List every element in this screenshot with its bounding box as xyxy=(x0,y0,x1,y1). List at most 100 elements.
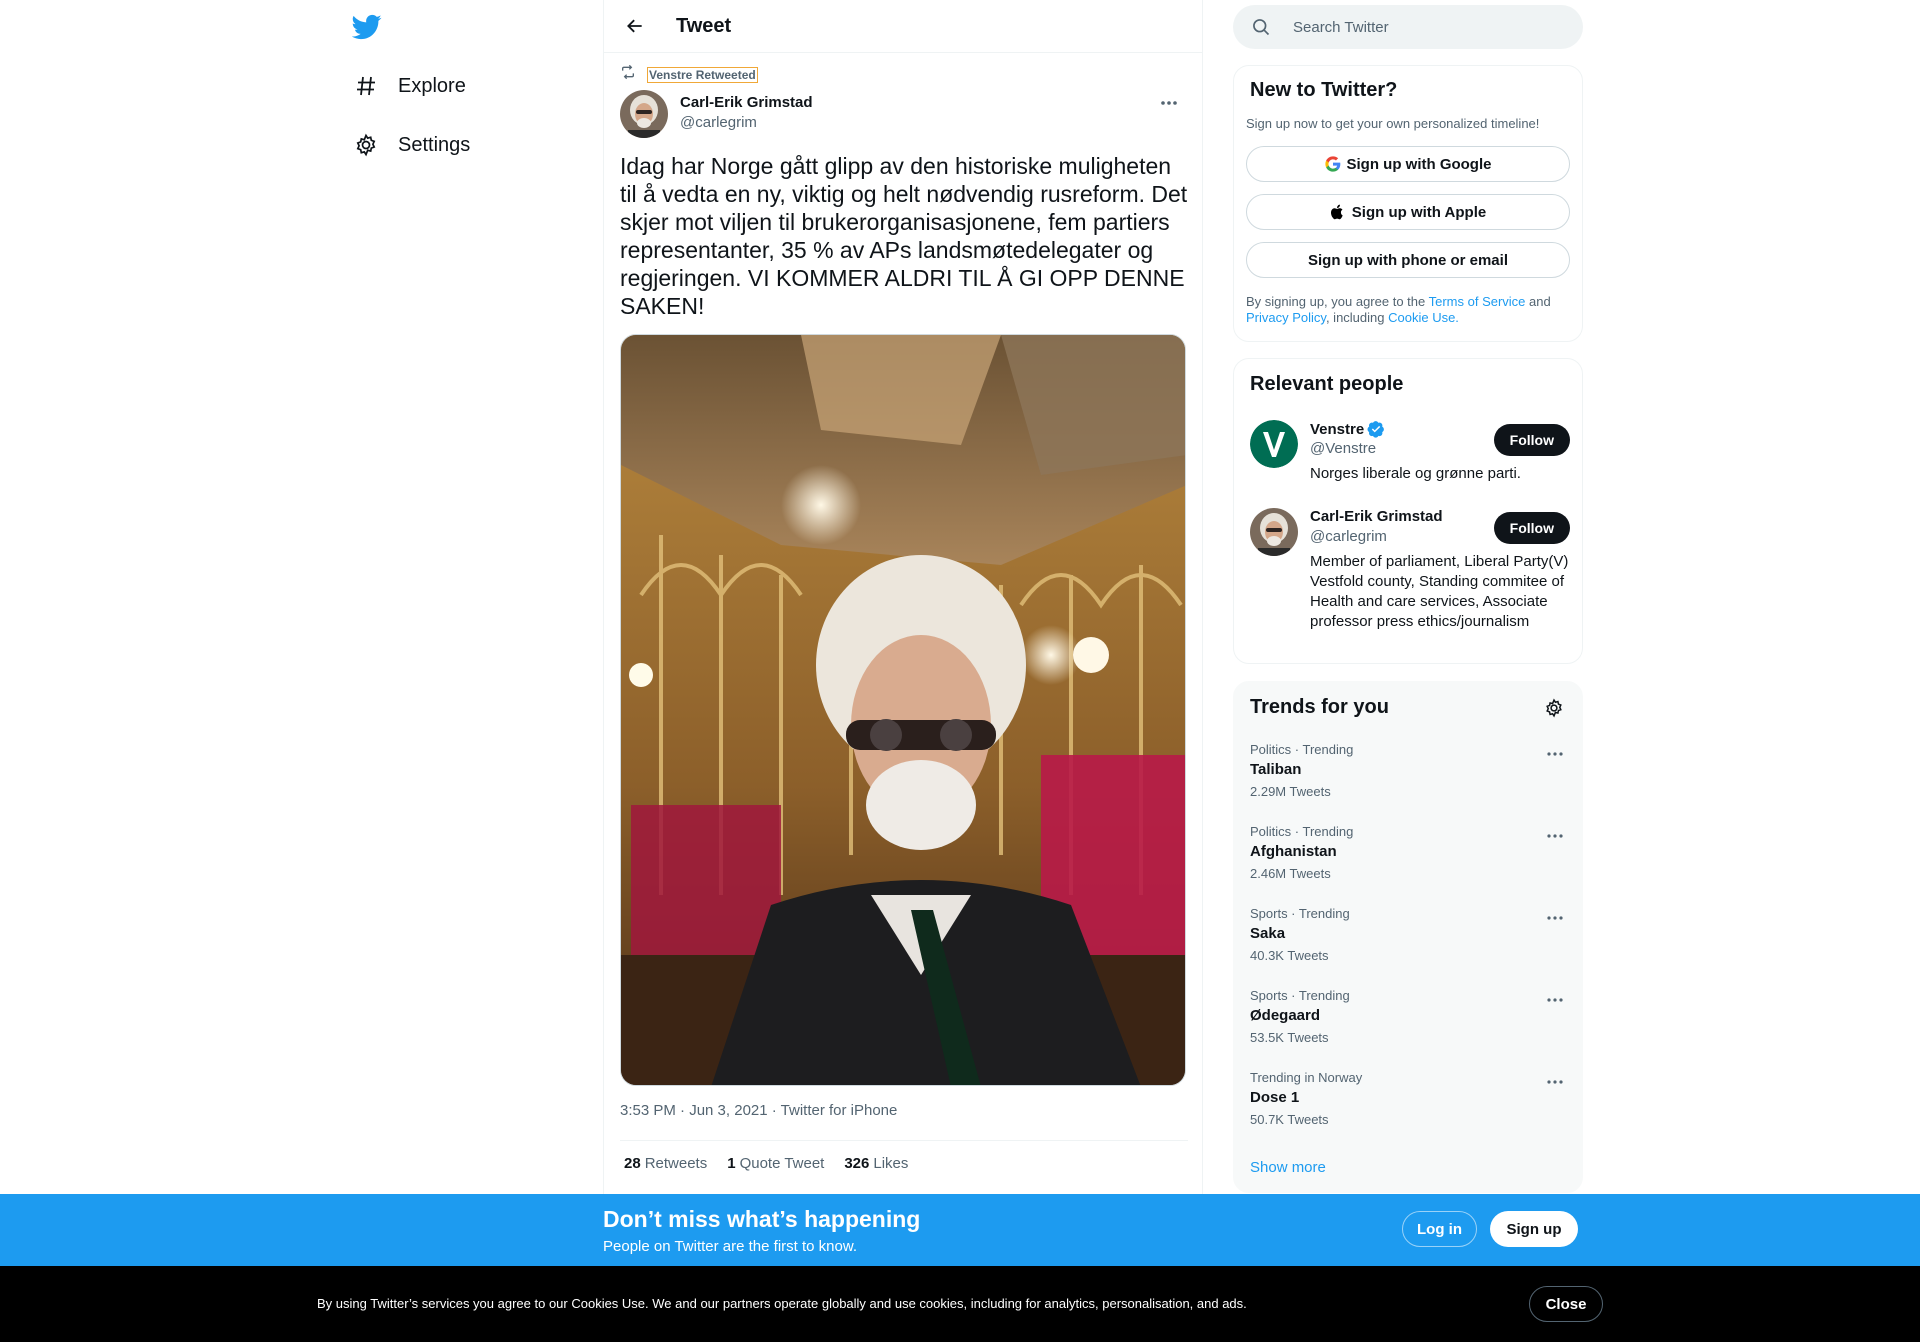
quote-tweets-stat[interactable]: 1 Quote Tweet xyxy=(727,1155,824,1172)
new-to-twitter-subtitle: Sign up now to get your own personalized… xyxy=(1246,116,1540,131)
venstre-name: Venstre xyxy=(1310,420,1365,438)
signup-legal-text: By signing up, you agree to the Terms of… xyxy=(1246,294,1576,326)
carlegrim-name[interactable]: Carl-Erik Grimstad xyxy=(1310,508,1443,525)
terms-of-service-link[interactable]: Terms of Service xyxy=(1429,294,1526,309)
trend-item[interactable]: Sports · Trending Saka 40.3K Tweets xyxy=(1234,906,1584,988)
likes-stat[interactable]: 326 Likes xyxy=(844,1155,908,1172)
more-horizontal-icon xyxy=(1547,1080,1563,1084)
retweeted-by-link[interactable]: Venstre Retweeted xyxy=(647,66,758,83)
trends-card: Trends for you Politics · Trending Talib… xyxy=(1233,681,1583,1193)
cookie-close-button[interactable]: Close xyxy=(1529,1286,1603,1322)
new-to-twitter-card: New to Twitter? Sign up now to get your … xyxy=(1233,65,1583,342)
quotes-count: 1 xyxy=(727,1155,736,1172)
trend-context: Politics · Trending xyxy=(1250,742,1354,757)
trend-more-button[interactable] xyxy=(1542,744,1568,764)
legal-prefix: By signing up, you agree to the xyxy=(1246,294,1429,309)
nav-explore-label: Explore xyxy=(398,74,466,97)
trend-count: 40.3K Tweets xyxy=(1250,948,1329,963)
author-avatar[interactable] xyxy=(620,90,668,138)
trend-count: 2.46M Tweets xyxy=(1250,866,1331,881)
tweet-timestamp[interactable]: 3:53 PM · Jun 3, 2021 · Twitter for iPho… xyxy=(620,1102,897,1119)
trend-item[interactable]: Sports · Trending Ødegaard 53.5K Tweets xyxy=(1234,988,1584,1070)
new-to-twitter-title: New to Twitter? xyxy=(1250,79,1398,101)
twitter-logo-icon[interactable] xyxy=(351,12,384,44)
signup-banner-title: Don’t miss what’s happening xyxy=(603,1206,921,1232)
privacy-policy-link[interactable]: Privacy Policy xyxy=(1246,310,1326,325)
trend-name: Taliban xyxy=(1250,761,1302,778)
cookie-banner: By using Twitter’s services you agree to… xyxy=(0,1266,1920,1342)
trend-item[interactable]: Politics · Trending Afghanistan 2.46M Tw… xyxy=(1234,824,1584,906)
tweet-photo[interactable] xyxy=(620,334,1186,1086)
relevant-people-card: Relevant people Venstre @Venstre Norges … xyxy=(1233,358,1583,664)
google-icon xyxy=(1324,156,1340,172)
retweet-icon xyxy=(620,64,636,85)
more-horizontal-icon xyxy=(1547,998,1563,1002)
legal-including: , including xyxy=(1325,310,1389,325)
cookie-use-link[interactable]: Cookie Use. xyxy=(1388,310,1459,325)
retweets-label: Retweets xyxy=(644,1155,708,1172)
trends-title: Trends for you xyxy=(1250,696,1389,718)
signup-phone-button[interactable]: Sign up with phone or email xyxy=(1246,242,1570,278)
divider xyxy=(620,1140,1188,1141)
tweet-author[interactable]: Carl-Erik Grimstad @carlegrim xyxy=(620,90,813,138)
likes-label: Likes xyxy=(873,1155,909,1172)
carlegrim-avatar[interactable] xyxy=(1250,508,1298,556)
retweets-stat[interactable]: 28 Retweets xyxy=(624,1155,707,1172)
trend-name: Saka xyxy=(1250,925,1286,942)
main-column: Tweet Venstre Retweeted Carl-Erik Grimst… xyxy=(603,0,1203,1342)
signup-phone-label: Sign up with phone or email xyxy=(1307,251,1508,269)
cookie-text: By using Twitter’s services you agree to… xyxy=(317,1296,1247,1311)
gear-icon xyxy=(352,131,380,159)
venstre-avatar[interactable] xyxy=(1250,420,1298,468)
more-horizontal-icon xyxy=(1161,101,1177,105)
person-name[interactable]: Venstre xyxy=(1310,420,1385,438)
carlegrim-handle[interactable]: @carlegrim xyxy=(1310,528,1387,545)
signup-google-label: Sign up with Google xyxy=(1346,155,1492,173)
login-button[interactable]: Log in xyxy=(1402,1211,1477,1247)
verified-badge-icon xyxy=(1367,421,1385,438)
retweet-context: Venstre Retweeted xyxy=(620,64,758,85)
signup-google-button[interactable]: Sign up with Google xyxy=(1246,146,1570,182)
likes-count: 326 xyxy=(844,1155,870,1172)
signup-banner: Don’t miss what’s happening People on Tw… xyxy=(0,1194,1920,1266)
venstre-handle[interactable]: @Venstre xyxy=(1310,440,1376,457)
search-box[interactable]: Search Twitter xyxy=(1233,5,1583,49)
tweet-stats: 28 Retweets 1 Quote Tweet 326 Likes xyxy=(624,1155,928,1172)
follow-venstre-button[interactable]: Follow xyxy=(1493,424,1570,456)
trend-more-button[interactable] xyxy=(1542,908,1568,928)
tweet-more-button[interactable] xyxy=(1152,92,1186,114)
show-more-link[interactable]: Show more xyxy=(1250,1159,1326,1176)
trend-name: Dose 1 xyxy=(1250,1089,1300,1106)
more-horizontal-icon xyxy=(1547,834,1563,838)
signup-banner-subtitle: People on Twitter are the first to know. xyxy=(603,1238,858,1255)
nav-explore[interactable]: Explore xyxy=(352,66,466,106)
trend-more-button[interactable] xyxy=(1542,990,1568,1010)
author-handle[interactable]: @carlegrim xyxy=(680,114,813,131)
gear-icon xyxy=(1546,698,1562,718)
trend-name: Afghanistan xyxy=(1250,843,1337,860)
arrow-left-icon xyxy=(627,19,642,33)
trend-count: 53.5K Tweets xyxy=(1250,1030,1329,1045)
trend-count: 2.29M Tweets xyxy=(1250,784,1331,799)
trend-context: Trending in Norway xyxy=(1250,1070,1363,1085)
trend-more-button[interactable] xyxy=(1542,1072,1568,1092)
signup-button[interactable]: Sign up xyxy=(1490,1211,1578,1247)
retweets-count: 28 xyxy=(624,1155,641,1172)
apple-icon xyxy=(1330,204,1343,220)
trends-settings-button[interactable] xyxy=(1542,696,1566,720)
nav-settings-label: Settings xyxy=(398,133,471,156)
tweet-header: Tweet xyxy=(604,0,1202,53)
trend-more-button[interactable] xyxy=(1542,826,1568,846)
quotes-label: Quote Tweet xyxy=(739,1155,825,1172)
trend-item[interactable]: Trending in Norway Dose 1 50.7K Tweets xyxy=(1234,1070,1584,1152)
back-button[interactable] xyxy=(618,9,652,43)
nav-settings[interactable]: Settings xyxy=(352,125,470,165)
search-input[interactable]: Search Twitter xyxy=(1293,19,1389,36)
page-title: Tweet xyxy=(676,14,732,37)
signup-apple-label: Sign up with Apple xyxy=(1351,203,1487,221)
more-horizontal-icon xyxy=(1547,916,1563,920)
follow-carlegrim-button[interactable]: Follow xyxy=(1493,512,1570,544)
trend-item[interactable]: Politics · Trending Taliban 2.29M Tweets xyxy=(1234,742,1584,824)
signup-apple-button[interactable]: Sign up with Apple xyxy=(1246,194,1570,230)
author-name[interactable]: Carl-Erik Grimstad xyxy=(680,94,813,111)
